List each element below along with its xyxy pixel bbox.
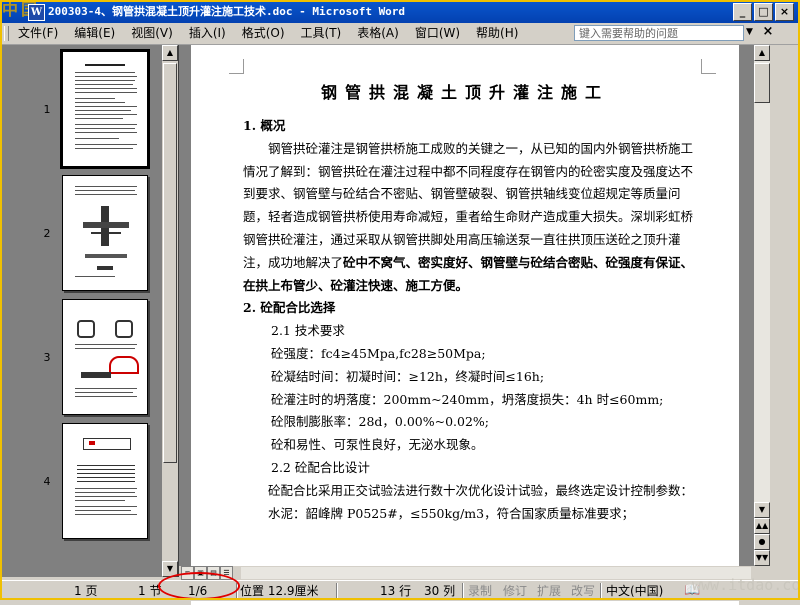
requirement-workability: 砼和易性、可泵性良好，无泌水现象。 bbox=[271, 437, 484, 453]
thumbnail-page-number: 2 bbox=[43, 227, 51, 240]
status-ovr[interactable]: 改写 bbox=[571, 583, 595, 599]
menu-insert[interactable]: 插入(I) bbox=[181, 23, 234, 44]
paragraph-1: 钢管拱砼灌注是钢管拱桥施工成败的关键之一，从已知的国内外钢管拱桥施工情况了解到：… bbox=[243, 140, 694, 293]
menu-view[interactable]: 视图(V) bbox=[123, 23, 181, 44]
menu-grip-handle[interactable] bbox=[4, 26, 9, 41]
document-page[interactable]: 钢管拱混凝土顶升灌注施工 1. 概况 钢管拱砼灌注是钢管拱桥施工成败的关键之一，… bbox=[191, 45, 739, 605]
subheading-2-1: 2.1 技术要求 bbox=[271, 323, 345, 339]
status-trk[interactable]: 修订 bbox=[503, 583, 527, 599]
minimize-button[interactable]: _ bbox=[733, 3, 752, 21]
thumbnail-scrollbar[interactable]: ▲ ▼ bbox=[162, 45, 178, 577]
menu-window[interactable]: 窗口(W) bbox=[407, 23, 468, 44]
margin-corner-mark bbox=[701, 59, 716, 74]
heading-1: 1. 概况 bbox=[243, 118, 286, 133]
help-dropdown-icon[interactable]: ▼ bbox=[746, 27, 753, 37]
scroll-down-icon[interactable]: ▼ bbox=[754, 502, 770, 518]
heading-2: 2. 砼配合比选择 bbox=[243, 300, 336, 316]
document-title: 钢管拱混凝土顶升灌注施工 bbox=[320, 83, 609, 102]
horizontal-scroll-row: ≡ ▣ ▤ ☰ bbox=[179, 566, 770, 580]
thumbnail-page-3[interactable] bbox=[62, 299, 148, 415]
help-question-input[interactable]: 键入需要帮助的问题 bbox=[574, 25, 744, 41]
paragraph-2: 砼配合比采用正交试验法进行数十次优化设计试验，最终选定设计控制参数： bbox=[268, 482, 694, 498]
close-button[interactable]: × bbox=[775, 3, 794, 21]
thumbnail-page-4[interactable] bbox=[62, 423, 148, 539]
menu-format[interactable]: 格式(O) bbox=[234, 23, 293, 44]
thumbnail-page-number: 1 bbox=[43, 103, 51, 116]
status-position: 位置 12.9厘米 bbox=[240, 584, 319, 598]
requirement-strength: 砼强度：fc4≥45Mpa,fc28≥50Mpa; bbox=[271, 345, 486, 361]
status-rec[interactable]: 录制 bbox=[468, 583, 492, 599]
thumbnail-page-number: 4 bbox=[43, 475, 51, 488]
thumbnail-scroll-thumb[interactable] bbox=[163, 63, 177, 463]
subheading-2-2: 2.2 砼配合比设计 bbox=[271, 459, 370, 475]
thumbnail-page-2[interactable] bbox=[62, 175, 148, 291]
menu-table[interactable]: 表格(A) bbox=[349, 23, 407, 44]
document-area: 钢管拱混凝土顶升灌注施工 1. 概况 钢管拱砼灌注是钢管拱桥施工成败的关键之一，… bbox=[179, 45, 754, 605]
status-ext[interactable]: 扩展 bbox=[537, 583, 561, 599]
menu-file[interactable]: 文件(F) bbox=[10, 23, 66, 44]
thumb-scroll-up-icon[interactable]: ▲ bbox=[162, 45, 178, 61]
site-watermark: www.itdao.com bbox=[692, 576, 800, 594]
document-body: 1. 概况 钢管拱砼灌注是钢管拱桥施工成败的关键之一，从已知的国内外钢管拱桥施工… bbox=[243, 115, 698, 525]
title-bar[interactable]: 中国 W 200303-4、钢管拱混凝土顶升灌注施工技术.doc - Micro… bbox=[0, 0, 800, 23]
menu-tools[interactable]: 工具(T) bbox=[293, 23, 350, 44]
window-title: 200303-4、钢管拱混凝土顶升灌注施工技术.doc - Microsoft … bbox=[48, 5, 406, 18]
thumbnail-page-number: 3 bbox=[43, 351, 51, 364]
paragraph-3: 水泥：韶峰牌 P0525#，≤550kg/m3，符合国家质量标准要求； bbox=[268, 505, 635, 521]
select-browse-object-icon[interactable]: ● bbox=[754, 534, 770, 550]
document-close-button[interactable]: × bbox=[760, 24, 776, 40]
maximize-button[interactable]: □ bbox=[754, 3, 773, 21]
annotation-circle bbox=[158, 572, 240, 600]
thumbnail-pane: 1 2 3 4 ▲ ▼ bbox=[0, 45, 179, 577]
status-line: 13 行 bbox=[380, 584, 412, 598]
requirement-expansion: 砼限制膨胀率：28d，0.00%~0.02%; bbox=[271, 414, 490, 430]
menu-edit[interactable]: 编辑(E) bbox=[66, 23, 123, 44]
status-column: 30 列 bbox=[424, 584, 456, 598]
document-scrollbar[interactable]: ▲ ▼ ▲▲ ● ▼▼ bbox=[754, 45, 770, 566]
status-language: 中文(中国) bbox=[606, 584, 664, 598]
requirement-setting-time: 砼凝结时间：初凝时间：≥12h，终凝时间≤16h; bbox=[271, 368, 545, 384]
document-scroll-thumb[interactable] bbox=[754, 63, 770, 103]
status-bar: 1 页 1 节 1/6 位置 12.9厘米 13 行 30 列 录制 修订 扩展… bbox=[0, 580, 800, 601]
horizontal-scrollbar[interactable] bbox=[241, 567, 751, 579]
next-page-icon[interactable]: ▼▼ bbox=[754, 550, 770, 566]
thumbnail-page-1[interactable] bbox=[60, 49, 150, 169]
status-page: 1 页 bbox=[74, 584, 98, 598]
previous-page-icon[interactable]: ▲▲ bbox=[754, 518, 770, 534]
menu-help[interactable]: 帮助(H) bbox=[468, 23, 526, 44]
word-app-icon[interactable]: W bbox=[28, 4, 45, 21]
requirement-slump: 砼灌注时的坍落度：200mm~240mm，坍落度损失：4h 时≤60mm; bbox=[271, 391, 664, 407]
right-edge bbox=[770, 45, 800, 566]
margin-corner-mark bbox=[229, 59, 244, 74]
menu-bar: 文件(F) 编辑(E) 视图(V) 插入(I) 格式(O) 工具(T) 表格(A… bbox=[0, 23, 800, 45]
scroll-up-icon[interactable]: ▲ bbox=[754, 45, 770, 61]
